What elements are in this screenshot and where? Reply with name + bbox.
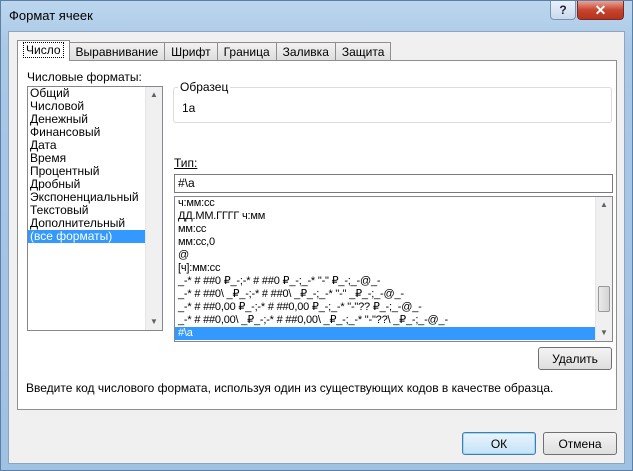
type-list-item[interactable]: _-* # ##0 ₽_-;-* # ##0 ₽_-;_-* "-" ₽_-;_… [175,275,612,288]
sample-group: Образец 1а [173,80,612,123]
type-list-item[interactable]: ч:мм:сс [175,197,612,210]
hint-text: Введите код числового формата, используя… [26,381,554,395]
format-cells-dialog: Формат ячеек ? ✕ Число Выравнивание Шриф… [0,0,633,471]
type-label-text: Тип: [174,156,198,170]
type-list-item[interactable]: #\а [175,327,596,340]
type-list-item[interactable]: _-* # ##0,00\ _₽_-;-* # ##0,00\ _₽_-;_-*… [175,314,612,327]
sample-value: 1а [182,101,196,115]
type-list-item[interactable]: _-* # ##0,00 ₽_-;-* # ##0,00 ₽_-;_-* "-"… [175,301,612,314]
number-formats-label: Числовые форматы: [27,70,142,84]
window-title: Формат ячеек [9,8,93,23]
type-list-item[interactable]: [ч]:мм:сс [175,262,612,275]
tab-number[interactable]: Число [17,40,70,61]
type-list-item[interactable]: мм:сс [175,223,612,236]
tab-protection[interactable]: Защита [334,42,392,61]
help-button[interactable]: ? [550,1,576,20]
format-list-item[interactable]: (все форматы) [28,230,145,243]
type-list-scrollbar[interactable]: ▲ ▼ [595,197,612,341]
title-bar[interactable]: Формат ячеек ? ✕ [1,1,632,31]
scroll-up-icon[interactable]: ▲ [146,87,162,103]
cancel-button[interactable]: Отмена [543,432,617,455]
help-icon: ? [559,3,567,17]
type-label: Тип: [174,156,197,170]
type-list-item[interactable]: @ [175,249,612,262]
type-list-item[interactable]: мм:сс,0 [175,236,612,249]
scroll-up-icon[interactable]: ▲ [596,197,612,213]
scroll-thumb[interactable] [598,286,610,312]
scroll-down-icon[interactable]: ▼ [146,314,162,330]
type-list-item[interactable]: ДД.ММ.ГГГГ ч:мм [175,210,612,223]
tab-font[interactable]: Шрифт [164,42,218,61]
close-button[interactable]: ✕ [577,1,624,20]
formats-scrollbar[interactable]: ▲ ▼ [145,87,162,330]
dialog-client-area: Число Выравнивание Шрифт Граница Заливка… [8,31,625,464]
tab-border[interactable]: Граница [216,42,277,61]
type-input[interactable]: #\а [174,174,613,193]
number-formats-list[interactable]: Общий Числовой Денежный Финансовый Дата Время… [27,86,163,331]
delete-button[interactable]: Удалить [538,347,612,370]
tab-alignment[interactable]: Выравнивание [68,42,166,61]
scroll-down-icon[interactable]: ▼ [596,325,612,341]
tab-number-label: Число [23,42,64,58]
ok-button[interactable]: ОК [462,432,536,455]
type-list[interactable]: ч:мм:сс ДД.ММ.ГГГГ ч:мм мм:сс мм:сс,0 @ [ч]:м… [174,196,613,342]
number-tab-panel: Числовые форматы: Общий Числовой Денежный Ф… [17,60,617,410]
tab-strip: Число Выравнивание Шрифт Граница Заливка… [17,40,392,61]
close-icon: ✕ [594,1,607,18]
type-list-item[interactable]: _-* # ##0\ _₽_-;-* # ##0\ _₽_-;_-* "-" _… [175,288,612,301]
tab-fill[interactable]: Заливка [275,42,336,61]
sample-label: Образец [178,80,231,94]
